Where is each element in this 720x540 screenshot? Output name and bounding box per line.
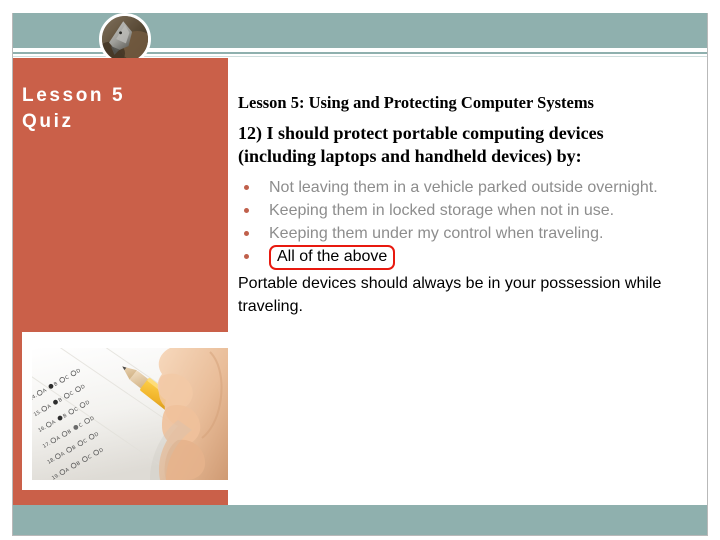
slide-border-right: [707, 13, 708, 535]
footer-bar: [13, 505, 707, 535]
bullet-dot-icon: [244, 208, 249, 213]
question-text: 12) I should protect portable computing …: [238, 123, 604, 166]
page-title-line-2: Quiz: [22, 111, 74, 132]
lesson-heading: Lesson 5: Using and Protecting Computer …: [238, 93, 594, 112]
page-title-line-1: Lesson 5: [22, 85, 126, 106]
answer-option-label: Keeping them under my control when trave…: [269, 225, 604, 242]
answer-option-label: Keeping them in locked storage when not …: [269, 202, 615, 219]
scantron-photo-illustration: 14. A B C D 15. A B C D 16. A B C D 17. …: [32, 348, 228, 480]
answer-option-correct[interactable]: All of the above: [238, 245, 693, 270]
left-accent-strip: [13, 332, 22, 490]
answer-option[interactable]: Keeping them under my control when trave…: [238, 222, 693, 245]
scantron-photo: 14. A B C D 15. A B C D 16. A B C D 17. …: [32, 348, 228, 480]
answer-option-label: Not leaving them in a vehicle parked out…: [269, 179, 658, 196]
explanation-text: Portable devices should always be in you…: [238, 275, 662, 315]
bullet-dot-icon: [244, 185, 249, 190]
answer-option[interactable]: Keeping them in locked storage when not …: [238, 199, 693, 222]
bullet-dot-icon: [244, 231, 249, 236]
content-column: Lesson 5: Using and Protecting Computer …: [238, 92, 693, 318]
bullet-dot-icon: [244, 254, 249, 259]
answer-list: Not leaving them in a vehicle parked out…: [238, 176, 693, 270]
slide-canvas: Lesson 5 Quiz 14. A B C D 15. A B C D 16…: [0, 0, 720, 540]
answer-option[interactable]: Not leaving them in a vehicle parked out…: [238, 176, 693, 199]
correct-answer-highlight: All of the above: [269, 245, 396, 270]
page-title: Lesson 5 Quiz: [22, 83, 202, 135]
slide-border-bottom: [12, 535, 708, 536]
bottom-accent-bar: [13, 490, 228, 505]
logo-photo-icon: [102, 16, 148, 62]
